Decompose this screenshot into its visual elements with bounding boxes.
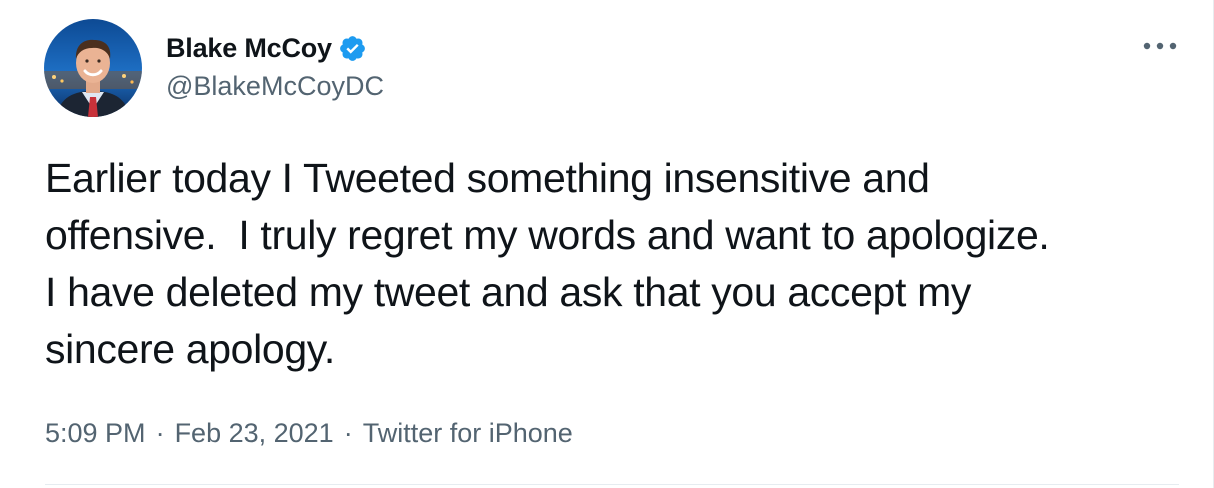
meta-separator: · — [155, 418, 165, 448]
tweet-time[interactable]: 5:09 PM — [45, 418, 146, 449]
more-options-icon[interactable] — [1140, 34, 1180, 58]
author-handle[interactable]: @BlakeMcCoyDC — [166, 71, 384, 102]
divider — [45, 484, 1179, 485]
meta-separator: · — [343, 418, 353, 448]
tweet-meta: 5:09 PM · Feb 23, 2021 · Twitter for iPh… — [45, 418, 573, 449]
tweet-source[interactable]: Twitter for iPhone — [363, 418, 573, 449]
tweet-date[interactable]: Feb 23, 2021 — [175, 418, 334, 449]
avatar[interactable] — [44, 19, 142, 117]
display-name[interactable]: Blake McCoy — [166, 33, 332, 64]
verified-badge-icon — [338, 34, 367, 63]
tweet-card: Blake McCoy @BlakeMcCoyDC Earlier today … — [0, 0, 1214, 488]
author-name-row[interactable]: Blake McCoy — [166, 30, 367, 66]
tweet-text: Earlier today I Tweeted something insens… — [45, 155, 1050, 372]
